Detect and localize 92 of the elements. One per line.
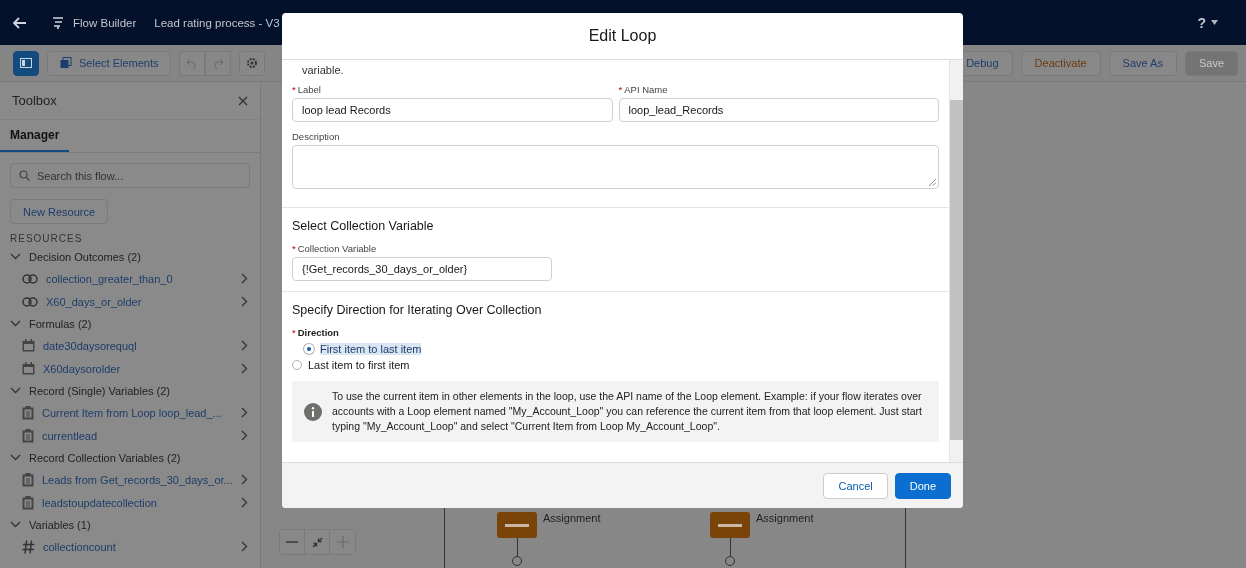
assignment-node[interactable] [710,512,750,538]
resource-link[interactable]: Leads from Get_records_30_days_or... [42,473,233,486]
required-mark: * [292,243,296,254]
resource-link[interactable]: currentlead [42,429,233,442]
chevron-down-icon [10,253,21,260]
node-label: Assignment [756,512,814,524]
chevron-down-icon [10,320,21,327]
back-arrow-icon[interactable] [12,14,28,31]
calendar-icon [22,339,35,352]
scrollbar[interactable] [949,60,963,462]
required-mark: * [292,327,296,338]
search-field[interactable]: Search this flow... [10,163,250,188]
panel-icon [20,58,32,68]
section-heading: Specify Direction for Iterating Over Collection [292,302,543,319]
plus-icon [336,536,349,548]
collection-variable-input[interactable]: {!Get_records_30_days_or_older} [292,257,552,281]
intro-text: variable. [302,64,345,76]
label-input[interactable]: loop lead Records [292,98,613,122]
help-menu-button[interactable]: ? [1191,13,1224,32]
settings-button[interactable] [239,50,266,76]
field-label: API Name [624,84,668,95]
close-icon[interactable] [238,95,248,106]
assignment-node[interactable] [497,512,537,538]
chevron-right-icon[interactable] [240,273,248,284]
section-heading: RESOURCES [10,233,84,244]
clipboard-icon [22,405,34,420]
chevron-down-icon [10,521,21,528]
settings-icon [246,57,259,69]
manager-tab[interactable]: Manager [0,120,70,152]
collapse-arrows-icon [311,536,323,548]
resource-link[interactable]: date30daysorequql [43,339,233,352]
calendar-icon [22,362,35,375]
group-header[interactable]: Decision Outcomes (2) [10,246,262,267]
redo-icon [212,57,225,69]
toggle-panel-button[interactable] [13,50,39,76]
select-elements-button[interactable]: Select Elements [47,50,172,76]
field-label: Description [292,131,341,142]
resource-link[interactable]: collectioncount [43,540,233,553]
chevron-down-icon [10,454,21,461]
chevron-right-icon[interactable] [240,340,248,351]
dialog-title: Edit Loop [588,27,657,45]
required-mark: * [292,84,296,95]
resource-link[interactable]: X60daysorolder [43,362,233,375]
chevron-right-icon[interactable] [240,541,248,552]
new-resource-button[interactable]: New Resource [10,199,109,224]
radio-option[interactable]: Last item to first item [292,357,939,373]
api-name-input[interactable]: loop_lead_Records [618,98,939,122]
node-label: Assignment [543,512,601,524]
squares-icon [60,57,72,69]
resource-link[interactable]: Current Item from Loop loop_lead_... [42,406,233,419]
resource-link[interactable]: leadstoupdatecollection [42,496,233,509]
chevron-down-icon [10,387,21,394]
group-header[interactable]: Record (Single) Variables (2) [10,380,262,401]
clipboard-icon [22,428,34,443]
chevron-right-icon[interactable] [240,407,248,418]
required-mark: * [618,84,623,95]
info-text: To use the current item in other elements in the loop, use the API name of the Loop element. Example: if your flow iterates over accounts with a Loop element named "My_Account_Loop" you can reference the current item from that loop element. Just start typing "My_Account_Loop" and select "Current Item from Loop My_Account_Loop". [332,389,923,434]
chevron-right-icon[interactable] [240,474,248,485]
chevron-right-icon[interactable] [240,430,248,441]
resource-link[interactable]: collection_greater_than_0 [46,272,233,285]
clipboard-icon [22,472,34,487]
panel-title: Toolbox [12,93,57,108]
group-header[interactable]: Variables (1) [10,514,262,535]
chevron-right-icon[interactable] [240,497,248,508]
cancel-button[interactable]: Cancel [823,472,888,499]
radio-option[interactable]: First item to last item [292,341,939,357]
flow-name: Lead rating process - V3 [154,16,280,29]
field-label: Label [297,84,321,95]
toolbar-button[interactable]: Deactivate [1020,50,1101,76]
undo-icon [186,57,199,69]
flow-icon [50,14,66,31]
search-icon [19,170,30,181]
info-icon [304,402,322,421]
zoom-out-button[interactable] [280,530,305,554]
field-label: Collection Variable [297,243,377,254]
hash-icon [22,539,35,554]
resource-link[interactable]: X60_days_or_older [46,295,233,308]
done-button[interactable]: Done [894,472,951,499]
chevron-right-icon[interactable] [240,296,248,307]
field-label: Direction [297,327,339,338]
section-heading: Select Collection Variable [292,218,435,235]
clipboard-icon [22,495,34,510]
caret-icon [1211,20,1218,25]
group-header[interactable]: Record Collection Variables (2) [10,447,262,468]
minus-icon [286,541,298,543]
linked-circles-icon [22,296,38,307]
resize-grip-icon [929,179,936,186]
linked-circles-icon [22,273,38,284]
chevron-right-icon[interactable] [240,363,248,374]
app-title: Flow Builder [73,16,137,29]
group-header[interactable]: Formulas (2) [10,313,262,334]
toolbar-button[interactable]: Save As [1108,50,1177,76]
